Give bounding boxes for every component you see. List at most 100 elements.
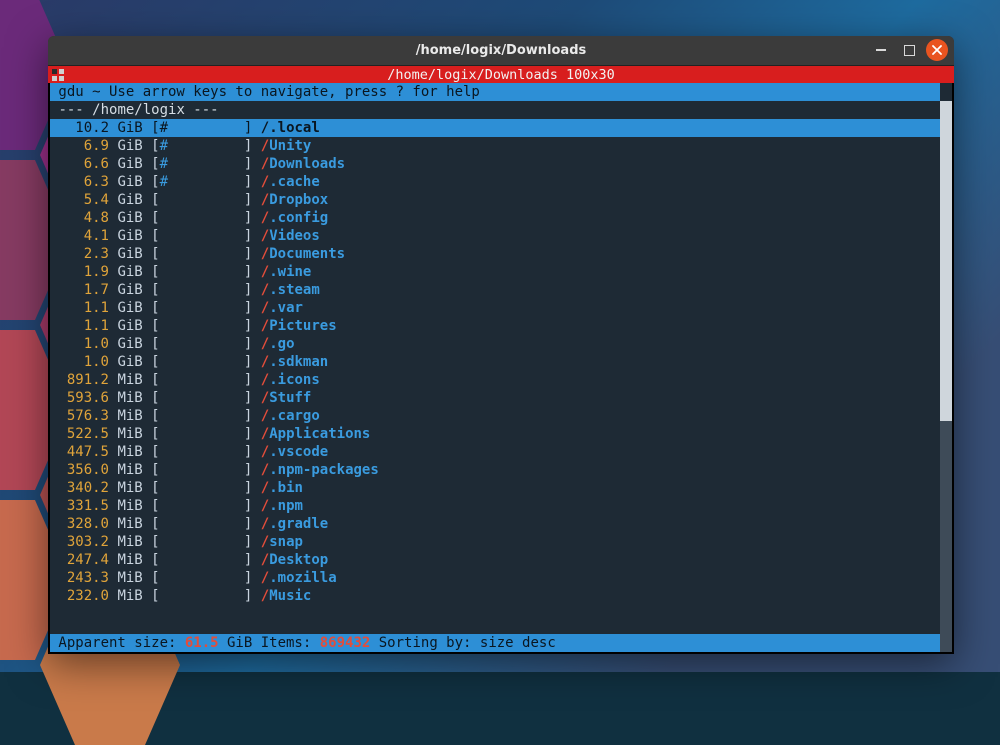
window-title: /home/logix/Downloads — [416, 43, 587, 58]
row-bar: # — [160, 120, 244, 136]
gdu-row[interactable]: 2.3 GiB [ ] /Documents — [50, 245, 952, 263]
gdu-row[interactable]: 10.2 GiB [# ] /.local — [50, 119, 952, 137]
gdu-row[interactable]: 331.5 MiB [ ] /.npm — [50, 497, 952, 515]
row-size: 6.3 — [58, 173, 109, 191]
gdu-row[interactable]: 4.1 GiB [ ] /Videos — [50, 227, 952, 245]
row-bar: # — [160, 156, 244, 172]
row-unit: GiB — [117, 282, 142, 298]
row-name: .local — [269, 120, 320, 136]
terminal-tab-strip: /home/logix/Downloads 100x30 — [48, 66, 954, 83]
row-size: 522.5 — [58, 425, 109, 443]
row-unit: GiB — [117, 120, 142, 136]
row-bar — [160, 354, 244, 370]
row-size: 593.6 — [58, 389, 109, 407]
row-unit: GiB — [117, 138, 142, 154]
row-unit: GiB — [117, 174, 142, 190]
gdu-row[interactable]: 891.2 MiB [ ] /.icons — [50, 371, 952, 389]
gdu-row[interactable]: 243.3 MiB [ ] /.mozilla — [50, 569, 952, 587]
window-titlebar[interactable]: /home/logix/Downloads — [48, 36, 954, 66]
row-size: 4.1 — [58, 227, 109, 245]
row-unit: GiB — [117, 210, 142, 226]
gdu-row[interactable]: 6.9 GiB [# ] /Unity — [50, 137, 952, 155]
gdu-row[interactable]: 5.4 GiB [ ] /Dropbox — [50, 191, 952, 209]
row-size: 340.2 — [58, 479, 109, 497]
row-size: 447.5 — [58, 443, 109, 461]
row-unit: MiB — [117, 588, 142, 604]
gdu-row[interactable]: 1.0 GiB [ ] /.go — [50, 335, 952, 353]
row-name: .vscode — [269, 444, 328, 460]
row-unit: MiB — [117, 390, 142, 406]
gdu-row[interactable]: 522.5 MiB [ ] /Applications — [50, 425, 952, 443]
gdu-row[interactable]: 340.2 MiB [ ] /.bin — [50, 479, 952, 497]
row-bar — [160, 192, 244, 208]
row-size: 1.9 — [58, 263, 109, 281]
row-size: 1.0 — [58, 335, 109, 353]
terminal-viewport[interactable]: gdu ~ Use arrow keys to navigate, press … — [48, 83, 954, 654]
gdu-row[interactable]: 593.6 MiB [ ] /Stuff — [50, 389, 952, 407]
row-bar: # — [160, 174, 244, 190]
row-unit: GiB — [117, 228, 142, 244]
close-button[interactable] — [926, 39, 948, 61]
slash-icon: / — [261, 336, 269, 352]
slash-icon: / — [261, 426, 269, 442]
gdu-row[interactable]: 6.3 GiB [# ] /.cache — [50, 173, 952, 191]
slash-icon: / — [261, 228, 269, 244]
row-size: 1.1 — [58, 299, 109, 317]
gdu-row[interactable]: 328.0 MiB [ ] /.gradle — [50, 515, 952, 533]
row-name: Documents — [269, 246, 345, 262]
row-unit: GiB — [117, 156, 142, 172]
row-bar — [160, 426, 244, 442]
minimize-button[interactable] — [870, 39, 892, 61]
gdu-row[interactable]: 356.0 MiB [ ] /.npm-packages — [50, 461, 952, 479]
slash-icon: / — [261, 390, 269, 406]
row-name: .go — [269, 336, 294, 352]
row-unit: GiB — [117, 264, 142, 280]
slash-icon: / — [261, 480, 269, 496]
gdu-row[interactable]: 1.1 GiB [ ] /.var — [50, 299, 952, 317]
row-name: Videos — [269, 228, 320, 244]
scrollbar-track[interactable] — [940, 101, 952, 652]
gdu-row[interactable]: 1.0 GiB [ ] /.sdkman — [50, 353, 952, 371]
gdu-row[interactable]: 1.7 GiB [ ] /.steam — [50, 281, 952, 299]
gdu-footer: Apparent size: 61.5 GiB Items: 869432 So… — [50, 634, 940, 652]
total-size-value: 61.5 — [185, 635, 219, 651]
maximize-button[interactable] — [898, 39, 920, 61]
row-unit: MiB — [117, 444, 142, 460]
slash-icon: / — [261, 210, 269, 226]
row-bar — [160, 318, 244, 334]
gdu-row[interactable]: 232.0 MiB [ ] /Music — [50, 587, 952, 605]
slash-icon: / — [261, 534, 269, 550]
row-size: 576.3 — [58, 407, 109, 425]
row-unit: MiB — [117, 372, 142, 388]
row-name: Dropbox — [269, 192, 328, 208]
slash-icon: / — [261, 246, 269, 262]
slash-icon: / — [261, 408, 269, 424]
terminal-tab-title: /home/logix/Downloads 100x30 — [387, 67, 615, 83]
row-size: 232.0 — [58, 587, 109, 605]
gdu-row[interactable]: 303.2 MiB [ ] /snap — [50, 533, 952, 551]
row-size: 1.1 — [58, 317, 109, 335]
row-size: 1.7 — [58, 281, 109, 299]
gdu-row[interactable]: 1.9 GiB [ ] /.wine — [50, 263, 952, 281]
gdu-row[interactable]: 6.6 GiB [# ] /Downloads — [50, 155, 952, 173]
row-name: .steam — [269, 282, 320, 298]
scrollbar-thumb[interactable] — [940, 101, 952, 421]
gdu-row[interactable]: 4.8 GiB [ ] /.config — [50, 209, 952, 227]
slash-icon: / — [261, 192, 269, 208]
row-unit: GiB — [117, 354, 142, 370]
gdu-header: gdu ~ Use arrow keys to navigate, press … — [50, 83, 940, 101]
gdu-row[interactable]: 247.4 MiB [ ] /Desktop — [50, 551, 952, 569]
row-bar — [160, 246, 244, 262]
row-size: 5.4 — [58, 191, 109, 209]
close-icon — [932, 45, 942, 55]
row-bar — [160, 588, 244, 604]
gdu-row[interactable]: 447.5 MiB [ ] /.vscode — [50, 443, 952, 461]
row-name: .icons — [269, 372, 320, 388]
row-bar — [160, 552, 244, 568]
row-bar — [160, 210, 244, 226]
gdu-row[interactable]: 576.3 MiB [ ] /.cargo — [50, 407, 952, 425]
slash-icon: / — [261, 174, 269, 190]
row-bar — [160, 462, 244, 478]
row-size: 891.2 — [58, 371, 109, 389]
gdu-row[interactable]: 1.1 GiB [ ] /Pictures — [50, 317, 952, 335]
